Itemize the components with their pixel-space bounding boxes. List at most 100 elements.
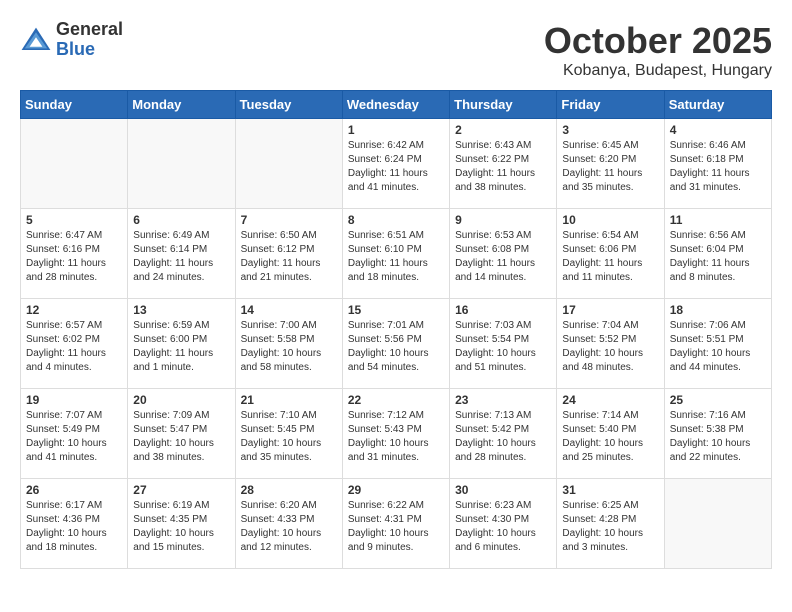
day-number: 18 [670, 303, 766, 317]
day-info: Sunrise: 7:04 AMSunset: 5:52 PMDaylight:… [562, 319, 658, 375]
calendar-cell: 7 Sunrise: 6:50 AMSunset: 6:12 PMDaylight… [235, 209, 342, 299]
day-number: 20 [133, 393, 229, 407]
week-row-1: 1 Sunrise: 6:42 AMSunset: 6:24 PMDaylight… [21, 119, 772, 209]
calendar-cell: 4Sunrise: 6:46 AMSunset: 6:18 PMDaylight… [664, 119, 771, 209]
day-number: 9 [455, 213, 551, 227]
logo-general: General [56, 20, 123, 40]
day-info: Sunrise: 6:54 AMSunset: 6:06 PMDaylight:… [562, 229, 658, 285]
calendar-cell: 10 Sunrise: 6:54 AMSunset: 6:06 PMDayligh… [557, 209, 664, 299]
calendar-cell: 15Sunrise: 7:01 AMSunset: 5:56 PMDayligh… [342, 299, 449, 389]
logo-blue: Blue [56, 40, 123, 60]
calendar-cell: 13 Sunrise: 6:59 AMSunset: 6:00 PMDayligh… [128, 299, 235, 389]
day-info: Sunrise: 7:06 AMSunset: 5:51 PMDaylight:… [670, 319, 766, 375]
day-number: 30 [455, 483, 551, 497]
day-info: Sunrise: 7:12 AMSunset: 5:43 PMDaylight:… [348, 409, 444, 465]
weekday-header-saturday: Saturday [664, 91, 771, 119]
day-number: 12 [26, 303, 122, 317]
day-number: 14 [241, 303, 337, 317]
week-row-5: 26 Sunrise: 6:17 AMSunset: 4:36 PMDayligh… [21, 479, 772, 569]
calendar-cell: 19 Sunrise: 7:07 AMSunset: 5:49 PMDayligh… [21, 389, 128, 479]
calendar-cell [128, 119, 235, 209]
calendar-cell: 17Sunrise: 7:04 AMSunset: 5:52 PMDayligh… [557, 299, 664, 389]
calendar-cell: 6 Sunrise: 6:49 AMSunset: 6:14 PMDaylight… [128, 209, 235, 299]
calendar-cell: 2 Sunrise: 6:43 AMSunset: 6:22 PMDaylight… [450, 119, 557, 209]
day-number: 31 [562, 483, 658, 497]
calendar-cell: 26 Sunrise: 6:17 AMSunset: 4:36 PMDayligh… [21, 479, 128, 569]
day-number: 6 [133, 213, 229, 227]
day-number: 23 [455, 393, 551, 407]
day-info: Sunrise: 6:59 AMSunset: 6:00 PMDaylight:… [133, 319, 229, 375]
weekday-header-friday: Friday [557, 91, 664, 119]
day-info: Sunrise: 6:42 AMSunset: 6:24 PMDaylight:… [348, 139, 444, 195]
title-block: October 2025 Kobanya, Budapest, Hungary [544, 20, 772, 80]
day-info: Sunrise: 6:25 AMSunset: 4:28 PMDaylight:… [562, 499, 658, 555]
day-number: 5 [26, 213, 122, 227]
weekday-header-monday: Monday [128, 91, 235, 119]
day-number: 8 [348, 213, 444, 227]
day-info: Sunrise: 6:51 AMSunset: 6:10 PMDaylight:… [348, 229, 444, 285]
day-info: Sunrise: 7:16 AMSunset: 5:38 PMDaylight:… [670, 409, 766, 465]
week-row-3: 12 Sunrise: 6:57 AMSunset: 6:02 PMDayligh… [21, 299, 772, 389]
day-number: 19 [26, 393, 122, 407]
calendar-cell: 11 Sunrise: 6:56 AMSunset: 6:04 PMDayligh… [664, 209, 771, 299]
day-number: 21 [241, 393, 337, 407]
calendar-cell [21, 119, 128, 209]
day-number: 15 [348, 303, 444, 317]
weekday-header-thursday: Thursday [450, 91, 557, 119]
day-info: Sunrise: 6:23 AMSunset: 4:30 PMDaylight:… [455, 499, 551, 555]
day-info: Sunrise: 6:45 AMSunset: 6:20 PMDaylight:… [562, 139, 658, 195]
day-number: 10 [562, 213, 658, 227]
day-number: 24 [562, 393, 658, 407]
day-info: Sunrise: 7:09 AMSunset: 5:47 PMDaylight:… [133, 409, 229, 465]
weekday-header-row: SundayMondayTuesdayWednesdayThursdayFrid… [21, 91, 772, 119]
month-title: October 2025 [544, 20, 772, 62]
day-info: Sunrise: 7:00 AMSunset: 5:58 PMDaylight:… [241, 319, 337, 375]
week-row-4: 19 Sunrise: 7:07 AMSunset: 5:49 PMDayligh… [21, 389, 772, 479]
day-info: Sunrise: 7:03 AMSunset: 5:54 PMDaylight:… [455, 319, 551, 375]
calendar-cell: 30 Sunrise: 6:23 AMSunset: 4:30 PMDayligh… [450, 479, 557, 569]
day-info: Sunrise: 6:43 AMSunset: 6:22 PMDaylight:… [455, 139, 551, 195]
day-info: Sunrise: 7:14 AMSunset: 5:40 PMDaylight:… [562, 409, 658, 465]
week-row-2: 5 Sunrise: 6:47 AMSunset: 6:16 PMDaylight… [21, 209, 772, 299]
day-number: 13 [133, 303, 229, 317]
day-number: 25 [670, 393, 766, 407]
day-info: Sunrise: 6:20 AMSunset: 4:33 PMDaylight:… [241, 499, 337, 555]
day-number: 7 [241, 213, 337, 227]
day-info: Sunrise: 6:57 AMSunset: 6:02 PMDaylight:… [26, 319, 122, 375]
calendar-cell: 14 Sunrise: 7:00 AMSunset: 5:58 PMDayligh… [235, 299, 342, 389]
day-number: 26 [26, 483, 122, 497]
day-number: 22 [348, 393, 444, 407]
day-number: 4 [670, 123, 766, 137]
logo-icon [20, 26, 52, 54]
calendar-cell: 5 Sunrise: 6:47 AMSunset: 6:16 PMDaylight… [21, 209, 128, 299]
day-info: Sunrise: 6:56 AMSunset: 6:04 PMDaylight:… [670, 229, 766, 285]
calendar-cell: 29 Sunrise: 6:22 AMSunset: 4:31 PMDayligh… [342, 479, 449, 569]
day-info: Sunrise: 6:50 AMSunset: 6:12 PMDaylight:… [241, 229, 337, 285]
calendar-cell: 21 Sunrise: 7:10 AMSunset: 5:45 PMDayligh… [235, 389, 342, 479]
day-number: 11 [670, 213, 766, 227]
calendar-cell: 25 Sunrise: 7:16 AMSunset: 5:38 PMDayligh… [664, 389, 771, 479]
logo-text: General Blue [56, 20, 123, 60]
calendar-cell: 31 Sunrise: 6:25 AMSunset: 4:28 PMDayligh… [557, 479, 664, 569]
logo: General Blue [20, 20, 123, 60]
calendar-cell [235, 119, 342, 209]
day-info: Sunrise: 6:17 AMSunset: 4:36 PMDaylight:… [26, 499, 122, 555]
day-number: 29 [348, 483, 444, 497]
day-info: Sunrise: 7:07 AMSunset: 5:49 PMDaylight:… [26, 409, 122, 465]
day-info: Sunrise: 6:49 AMSunset: 6:14 PMDaylight:… [133, 229, 229, 285]
calendar-cell: 23Sunrise: 7:13 AMSunset: 5:42 PMDayligh… [450, 389, 557, 479]
calendar-cell: 16 Sunrise: 7:03 AMSunset: 5:54 PMDayligh… [450, 299, 557, 389]
weekday-header-tuesday: Tuesday [235, 91, 342, 119]
day-number: 1 [348, 123, 444, 137]
calendar-cell: 1 Sunrise: 6:42 AMSunset: 6:24 PMDaylight… [342, 119, 449, 209]
weekday-header-wednesday: Wednesday [342, 91, 449, 119]
calendar-cell: 9Sunrise: 6:53 AMSunset: 6:08 PMDaylight… [450, 209, 557, 299]
day-info: Sunrise: 6:47 AMSunset: 6:16 PMDaylight:… [26, 229, 122, 285]
calendar-cell: 12 Sunrise: 6:57 AMSunset: 6:02 PMDayligh… [21, 299, 128, 389]
day-info: Sunrise: 7:10 AMSunset: 5:45 PMDaylight:… [241, 409, 337, 465]
day-number: 16 [455, 303, 551, 317]
calendar-cell [664, 479, 771, 569]
day-number: 3 [562, 123, 658, 137]
day-info: Sunrise: 6:22 AMSunset: 4:31 PMDaylight:… [348, 499, 444, 555]
day-number: 2 [455, 123, 551, 137]
